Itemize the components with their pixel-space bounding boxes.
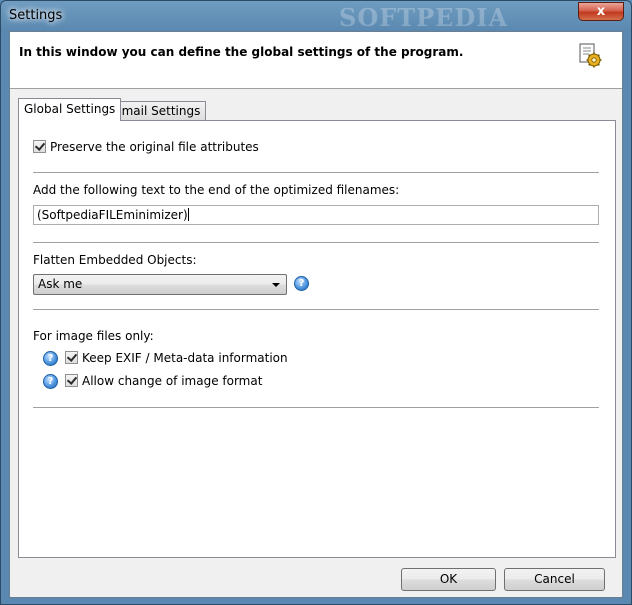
image-section-label: For image files only: <box>33 329 154 343</box>
preserve-attributes-row[interactable]: Preserve the original file attributes <box>33 140 259 154</box>
settings-window: Settings SOFTPEDIA x In this window you … <box>0 0 632 605</box>
flatten-help-icon[interactable]: ? <box>294 276 309 291</box>
window-title: Settings <box>9 8 63 23</box>
format-change-row[interactable]: Allow change of image format <box>65 374 262 388</box>
global-settings-panel: Preserve the original file attributes Ad… <box>18 120 616 558</box>
append-text-input[interactable]: (SoftpediaFILEminimizer) <box>33 205 599 225</box>
close-icon: x <box>596 4 606 19</box>
keep-exif-help-icon[interactable]: ? <box>43 351 58 366</box>
append-text-label: Add the following text to the end of the… <box>33 183 400 197</box>
cancel-button[interactable]: Cancel <box>504 568 605 591</box>
format-change-checkbox[interactable] <box>65 374 78 387</box>
flatten-objects-selected: Ask me <box>38 277 83 291</box>
header-panel: In this window you can define the global… <box>10 32 622 89</box>
flatten-objects-dropdown[interactable]: Ask me <box>33 274 287 295</box>
keep-exif-label: Keep EXIF / Meta-data information <box>82 351 288 365</box>
watermark-text: SOFTPEDIA <box>339 3 509 32</box>
separator <box>33 309 599 311</box>
ok-button[interactable]: OK <box>401 568 496 591</box>
format-change-label: Allow change of image format <box>82 374 263 388</box>
separator <box>33 242 599 244</box>
keep-exif-row[interactable]: Keep EXIF / Meta-data information <box>65 351 288 365</box>
text-caret <box>187 208 189 221</box>
title-bar[interactable]: Settings SOFTPEDIA x <box>1 1 631 32</box>
preserve-attributes-label: Preserve the original file attributes <box>50 140 259 154</box>
settings-gear-icon <box>579 43 602 68</box>
separator <box>33 407 599 409</box>
separator <box>33 172 599 174</box>
chevron-down-icon <box>272 283 280 287</box>
flatten-objects-label: Flatten Embedded Objects: <box>33 253 197 267</box>
tab-email-settings[interactable]: Email Settings <box>108 101 207 121</box>
append-text-value: (SoftpediaFILEminimizer) <box>37 208 188 222</box>
preserve-attributes-checkbox[interactable] <box>33 140 46 153</box>
format-change-help-icon[interactable]: ? <box>43 374 58 389</box>
keep-exif-checkbox[interactable] <box>65 351 78 364</box>
header-description: In this window you can define the global… <box>19 45 464 59</box>
client-area: In this window you can define the global… <box>9 31 623 598</box>
close-button[interactable]: x <box>578 2 624 21</box>
tab-global-settings[interactable]: Global Settings <box>18 98 122 121</box>
